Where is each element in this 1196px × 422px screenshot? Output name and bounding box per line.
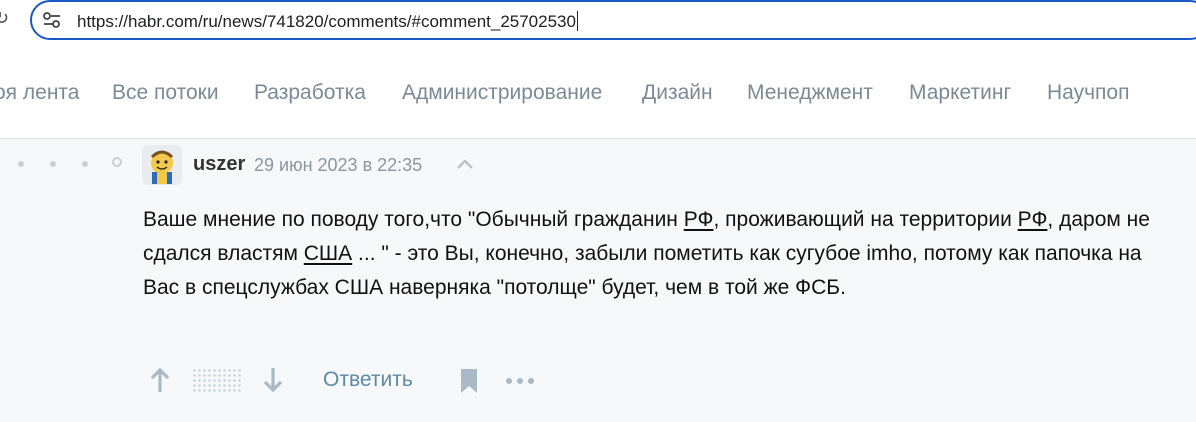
link-usa[interactable]: США (304, 242, 352, 265)
comment-timestamp[interactable]: 29 июн 2023 в 22:35 (254, 155, 422, 176)
nav-development[interactable]: Разработка (254, 81, 366, 105)
reload-icon[interactable]: ↻ (0, 8, 9, 28)
comment-text: Ваше мнение по поводу того,что "Обычный … (143, 208, 1150, 299)
reply-button[interactable]: Ответить (323, 368, 413, 392)
chevron-up-icon[interactable] (455, 157, 475, 171)
vote-score-placeholder (192, 368, 242, 394)
nav-my-feed[interactable]: оя лента (0, 81, 79, 105)
thread-dot (18, 161, 24, 167)
address-bar[interactable]: https://habr.com/ru/news/741820/comments… (30, 0, 1196, 40)
avatar[interactable] (142, 145, 182, 185)
vote-up-icon[interactable] (148, 366, 172, 394)
nav-all-streams[interactable]: Все потоки (112, 81, 219, 105)
vote-down-icon[interactable] (261, 366, 285, 394)
nav-administration[interactable]: Администрирование (402, 81, 602, 105)
more-options-icon[interactable] (505, 376, 535, 386)
browser-toolbar: ↻ https://habr.com/ru/news/741820/commen… (0, 0, 1196, 48)
nav-design[interactable]: Дизайн (642, 81, 713, 105)
link-rf[interactable]: РФ (1018, 208, 1048, 231)
url-text[interactable]: https://habr.com/ru/news/741820/comments… (77, 11, 578, 32)
section-nav: оя лента Все потоки Разработка Администр… (0, 48, 1196, 139)
bookmark-icon[interactable] (458, 368, 480, 394)
nav-marketing[interactable]: Маркетинг (909, 81, 1011, 105)
nav-management[interactable]: Менеджмент (747, 81, 873, 105)
link-rf[interactable]: РФ (684, 208, 714, 231)
comment-author[interactable]: uszer (193, 153, 245, 176)
thread-dot (82, 161, 88, 167)
text-caret (576, 11, 578, 31)
thread-dot (50, 161, 56, 167)
thread-dot-current (112, 157, 122, 167)
nav-popsci[interactable]: Научпоп (1047, 81, 1129, 105)
site-settings-icon[interactable] (42, 11, 62, 29)
